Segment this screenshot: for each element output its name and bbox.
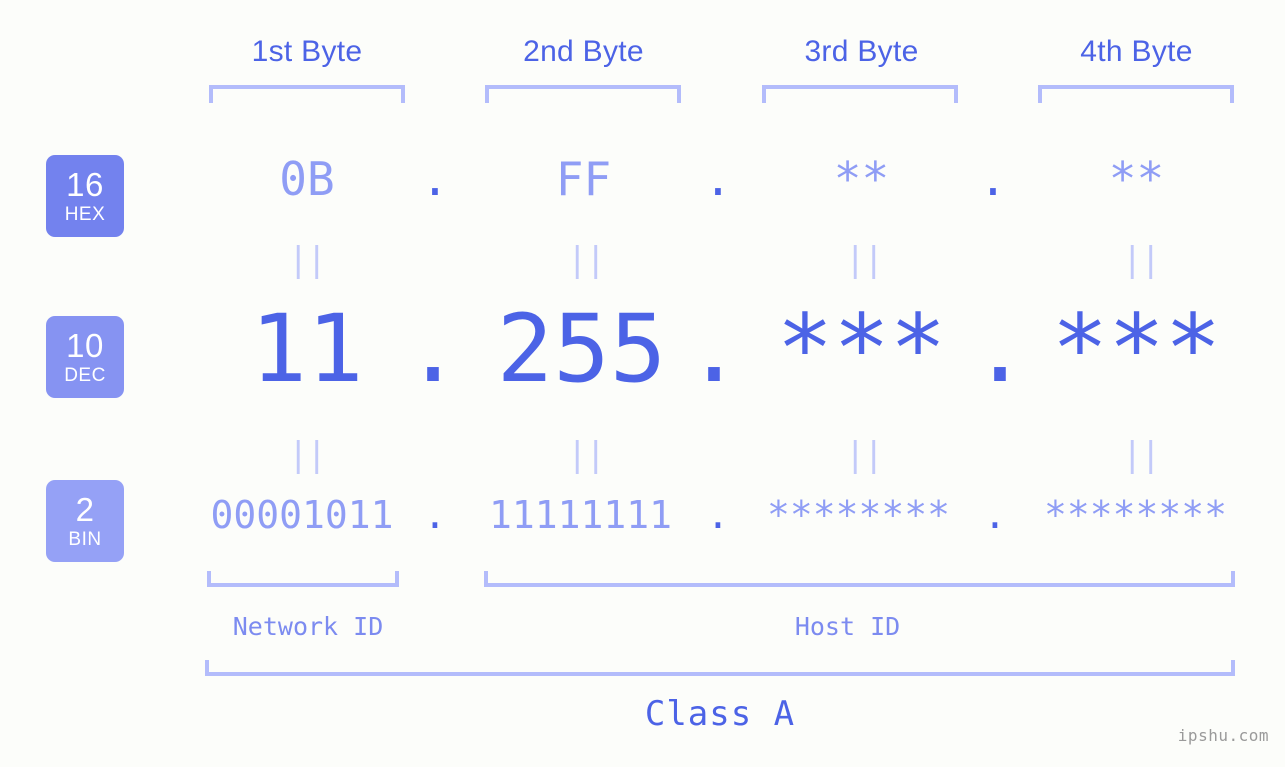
radix-badge-dec-name: DEC — [64, 365, 106, 386]
hex-byte-value-1: 0B — [279, 152, 335, 206]
bin-separator-3: . — [983, 493, 1007, 537]
host-id-bracket — [484, 571, 1235, 587]
bin-byte-value-1: 00001011 — [210, 493, 394, 537]
class-bracket — [205, 660, 1235, 676]
radix-badge-bin: 2 BIN — [46, 480, 124, 562]
radix-badge-hex-number: 16 — [66, 166, 104, 203]
hex-byte-value-4: ** — [1108, 152, 1165, 206]
ip-address-breakdown-diagram: 1st Byte 2nd Byte 3rd Byte 4th Byte 16 H… — [0, 0, 1285, 767]
dec-byte-value-4: *** — [1051, 295, 1222, 404]
network-id-bracket — [207, 571, 399, 587]
class-label: Class A — [644, 694, 796, 734]
equality-connector-dec-bin-4: || — [1122, 435, 1161, 475]
bin-byte-value-3: ******** — [766, 493, 951, 537]
radix-badge-bin-name: BIN — [68, 529, 102, 550]
byte-bracket-top-2 — [485, 85, 681, 103]
byte-header-label-3: 3rd Byte — [804, 35, 919, 68]
byte-header-label-2: 2nd Byte — [523, 35, 644, 68]
dec-byte-value-3: *** — [776, 295, 947, 404]
radix-badge-dec: 10 DEC — [46, 316, 124, 398]
radix-badge-hex-name: HEX — [64, 204, 106, 225]
radix-badge-hex: 16 HEX — [46, 155, 124, 237]
bin-separator-2: . — [706, 493, 730, 537]
equality-connector-dec-bin-2: || — [567, 435, 606, 475]
hex-separator-1: . — [421, 152, 449, 206]
equality-connector-dec-bin-3: || — [845, 435, 884, 475]
byte-header-label-1: 1st Byte — [251, 35, 363, 68]
bin-byte-value-2: 11111111 — [488, 493, 673, 537]
radix-badge-dec-number: 10 — [66, 327, 104, 364]
radix-badge-bin-number: 2 — [75, 491, 95, 528]
equality-connector-dec-bin-1: || — [288, 435, 327, 475]
bin-separator-1: . — [423, 493, 447, 537]
site-watermark: ipshu.com — [1177, 726, 1269, 745]
dec-byte-value-2: 255 — [496, 295, 667, 404]
equality-connector-hex-dec-2: || — [567, 240, 606, 280]
hex-byte-value-2: FF — [555, 152, 612, 206]
byte-bracket-top-1 — [209, 85, 405, 103]
dec-separator-1: . — [404, 295, 462, 404]
byte-bracket-top-3 — [762, 85, 958, 103]
hex-separator-3: . — [979, 152, 1007, 206]
hex-byte-value-3: ** — [833, 152, 890, 206]
equality-connector-hex-dec-3: || — [845, 240, 884, 280]
equality-connector-hex-dec-1: || — [288, 240, 327, 280]
network-id-label: Network ID — [232, 612, 384, 641]
bin-byte-value-4: ******** — [1043, 493, 1228, 537]
byte-header-label-4: 4th Byte — [1080, 35, 1193, 68]
hex-separator-2: . — [704, 152, 732, 206]
dec-separator-2: . — [685, 295, 743, 404]
dec-byte-value-1: 11 — [250, 295, 364, 404]
byte-bracket-top-4 — [1038, 85, 1234, 103]
equality-connector-hex-dec-4: || — [1122, 240, 1161, 280]
host-id-label: Host ID — [794, 612, 901, 641]
